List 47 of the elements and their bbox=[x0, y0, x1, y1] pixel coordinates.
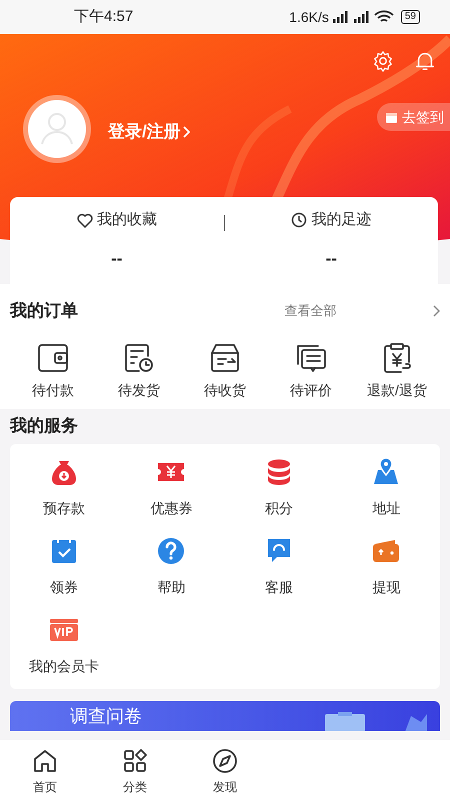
order-status-button[interactable]: 退款/退货 bbox=[354, 342, 440, 400]
service-button[interactable]: 预存款 bbox=[10, 456, 118, 519]
chevron-right-icon bbox=[182, 126, 190, 138]
wallet-icon bbox=[37, 342, 69, 372]
heart-icon bbox=[76, 212, 93, 228]
stat-value: -- bbox=[326, 248, 337, 270]
wifi-icon bbox=[374, 10, 394, 24]
view-all-link[interactable]: 查看全部 bbox=[284, 301, 336, 320]
stat-label[interactable]: 我的收藏 bbox=[96, 209, 157, 232]
box-icon bbox=[209, 342, 241, 372]
home-icon bbox=[32, 748, 58, 774]
clock-icon bbox=[291, 212, 308, 228]
service-button[interactable]: 地址 bbox=[332, 456, 440, 519]
survey-banner[interactable]: 调查问卷 bbox=[10, 701, 440, 731]
service-button[interactable]: 积分 bbox=[225, 456, 332, 519]
tab-bar-item[interactable]: 首页 bbox=[0, 748, 90, 800]
list-clock-icon bbox=[123, 342, 155, 374]
service-button[interactable]: 领券 bbox=[10, 535, 118, 598]
order-status-button[interactable]: 待发货 bbox=[96, 342, 182, 400]
chevron-right-icon bbox=[433, 304, 440, 317]
service-button[interactable]: 客服 bbox=[225, 535, 332, 598]
service-button[interactable]: 帮助 bbox=[118, 535, 225, 598]
order-status-button[interactable]: 待评价 bbox=[268, 342, 354, 400]
order-status-button[interactable]: 待付款 bbox=[10, 342, 96, 400]
status-time: 下午4:57 bbox=[74, 6, 134, 27]
section-title: 我的订单 bbox=[10, 300, 78, 322]
stat-value: -- bbox=[111, 248, 122, 270]
tab-bar-item[interactable]: 分类 bbox=[90, 748, 180, 800]
order-status-button[interactable]: 待收货 bbox=[182, 342, 268, 400]
service-button[interactable]: 我的会员卡 bbox=[10, 614, 118, 677]
section-title: 我的服务 bbox=[10, 414, 79, 436]
banner-title: 调查问卷 bbox=[70, 706, 142, 726]
network-speed: 1.6K/s bbox=[289, 8, 329, 26]
battery-indicator: 59 bbox=[400, 10, 420, 24]
grid-icon bbox=[122, 748, 148, 774]
settings-icon[interactable] bbox=[372, 50, 394, 72]
clipboard-yen-icon bbox=[383, 342, 411, 374]
avatar[interactable] bbox=[22, 94, 92, 164]
stat-label[interactable]: 我的足迹 bbox=[311, 209, 372, 232]
tab-bar-item[interactable]: 发现 bbox=[180, 748, 270, 800]
signal-icon bbox=[332, 10, 350, 24]
service-button[interactable]: 提现 bbox=[332, 535, 440, 598]
signal-icon bbox=[352, 10, 371, 24]
service-button[interactable]: 优惠券 bbox=[118, 456, 225, 519]
notification-icon[interactable] bbox=[414, 50, 436, 72]
calendar-icon bbox=[385, 110, 398, 124]
compass-icon bbox=[212, 748, 238, 774]
